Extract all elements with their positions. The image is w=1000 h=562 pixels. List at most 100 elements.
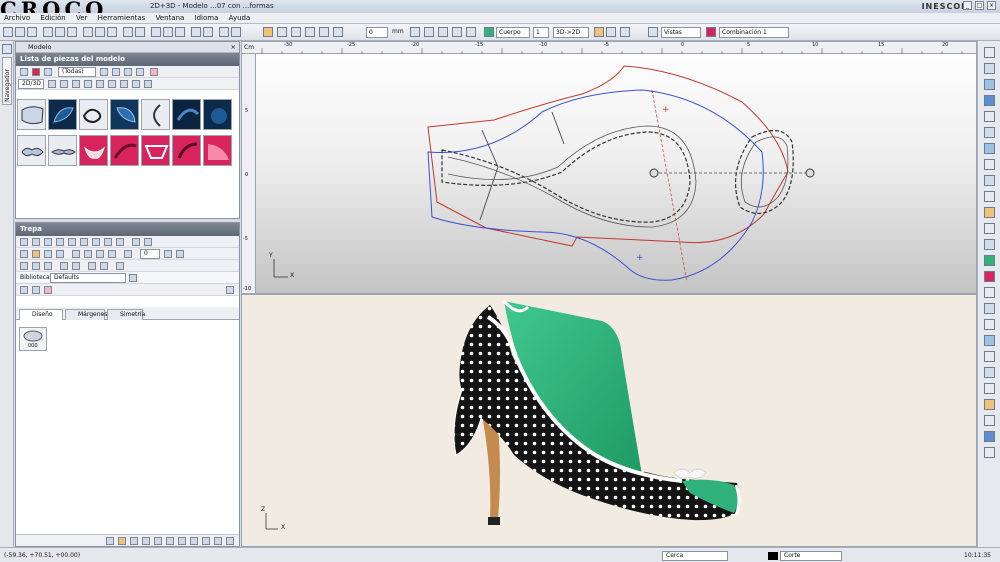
piece-thumbnail[interactable] [17, 99, 46, 130]
footer-icon-4[interactable] [142, 537, 150, 545]
first-icon[interactable] [100, 68, 108, 76]
library-item[interactable]: 000 [19, 327, 47, 351]
pattern-2d-view[interactable]: Cm -30 -25 -20 -15 -10 -5 0 5 10 15 20 5 [241, 41, 977, 294]
group-icon[interactable] [60, 262, 68, 270]
piece-thumbnail[interactable] [110, 99, 139, 130]
save-icon[interactable] [3, 27, 13, 37]
piece-props-icon[interactable] [144, 80, 152, 88]
redo-icon[interactable] [203, 27, 213, 37]
right-tool-icon[interactable] [984, 95, 995, 106]
snap-select[interactable]: Cerca [662, 551, 728, 561]
piece-thumbnail[interactable] [141, 135, 170, 166]
right-tool-icon[interactable] [984, 159, 995, 170]
copy-icon[interactable] [163, 27, 173, 37]
footer-icon-2[interactable] [118, 537, 126, 545]
right-tool-icon[interactable] [984, 79, 995, 90]
mirror-icon[interactable] [175, 27, 185, 37]
right-tool-icon[interactable] [984, 255, 995, 266]
pattern-icon[interactable] [20, 262, 28, 270]
measure-icon[interactable] [123, 27, 133, 37]
ortho-icon[interactable] [452, 27, 462, 37]
corner-icon[interactable] [164, 250, 172, 258]
library-select[interactable]: Defaults [50, 273, 126, 283]
right-tool-icon[interactable] [984, 127, 995, 138]
combination-select[interactable]: Combinación 1 [719, 27, 789, 38]
node-tool-icon[interactable] [277, 27, 287, 37]
image-icon[interactable] [116, 238, 124, 246]
menu-herramientas[interactable]: Herramientas [94, 13, 150, 22]
library-open-icon[interactable] [129, 274, 137, 282]
footer-icon-5[interactable] [154, 537, 162, 545]
piece-thumbnail[interactable] [203, 99, 232, 130]
navigator-tab[interactable]: Navegador [2, 57, 12, 105]
right-tool-icon[interactable] [984, 303, 995, 314]
right-tool-icon[interactable] [984, 335, 995, 346]
piece-color-icon[interactable] [132, 80, 140, 88]
trim-tool-icon[interactable] [319, 27, 329, 37]
right-tool-icon[interactable] [984, 111, 995, 122]
next-icon[interactable] [124, 68, 132, 76]
body-color-icon[interactable] [484, 27, 494, 37]
piece-add-icon[interactable] [60, 80, 68, 88]
navigator-pin-icon[interactable] [2, 44, 12, 54]
copy-icon[interactable] [96, 250, 104, 258]
tab-margenes[interactable]: Márgenes [65, 309, 107, 320]
pan-icon[interactable] [55, 27, 65, 37]
body-count-field[interactable]: 1 [533, 27, 549, 38]
layer-color-swatch[interactable] [768, 552, 778, 560]
combination-icon[interactable] [706, 27, 716, 37]
draw-arc-icon[interactable] [32, 238, 40, 246]
piece-thumbnail[interactable] [203, 135, 232, 166]
view-2d-icon[interactable] [594, 27, 604, 37]
right-tool-icon[interactable] [984, 143, 995, 154]
scissors-icon[interactable] [48, 80, 56, 88]
right-tool-icon[interactable] [984, 431, 995, 442]
minimize-button[interactable]: _ [963, 1, 972, 10]
menu-ayuda[interactable]: Ayuda [225, 13, 255, 22]
library-delete-icon[interactable] [44, 286, 52, 294]
model-tab-label[interactable]: Modelo [28, 43, 52, 51]
open-icon[interactable] [15, 27, 25, 37]
draw-spline-icon[interactable] [44, 238, 52, 246]
menu-edicion[interactable]: Edición [36, 13, 69, 22]
fill-icon[interactable] [44, 250, 52, 258]
select-tool-icon[interactable] [263, 27, 273, 37]
footer-icon-1[interactable] [106, 537, 114, 545]
print-icon[interactable] [27, 27, 37, 37]
scale-tool-icon[interactable] [291, 27, 301, 37]
tab-diseno[interactable]: Diseño [19, 309, 63, 320]
text-icon[interactable] [104, 238, 112, 246]
join-tool-icon[interactable] [333, 27, 343, 37]
right-tool-icon[interactable] [984, 383, 995, 394]
right-tool-icon[interactable] [984, 287, 995, 298]
tab-simetria[interactable]: Simetría [107, 309, 145, 320]
stitch-icon[interactable] [56, 250, 64, 258]
cut-icon[interactable] [84, 250, 92, 258]
footer-icon-7[interactable] [178, 537, 186, 545]
footer-icon-3[interactable] [130, 537, 138, 545]
layer-select[interactable]: Corte [780, 551, 842, 561]
draw-star-icon[interactable] [92, 238, 100, 246]
piece-thumbnail[interactable] [141, 99, 170, 130]
view-mode-select[interactable]: 3D->2D [553, 27, 589, 38]
piece-thumbnail[interactable] [172, 135, 201, 166]
prev-icon[interactable] [112, 68, 120, 76]
snap-icon[interactable] [438, 27, 448, 37]
align-icon[interactable] [410, 27, 420, 37]
shoe-view-icon[interactable] [620, 27, 630, 37]
move-icon[interactable] [20, 250, 28, 258]
piece-thumbnail[interactable] [48, 99, 77, 130]
footer-icon-10[interactable] [214, 537, 222, 545]
view-3d-icon[interactable] [606, 27, 616, 37]
close-button[interactable]: × [987, 1, 996, 10]
menu-ver[interactable]: Ver [72, 13, 91, 22]
piece-visible-icon[interactable] [120, 80, 128, 88]
piece-thumbnail[interactable] [79, 99, 108, 130]
right-tool-icon[interactable] [984, 319, 995, 330]
panel-close-icon[interactable]: × [231, 42, 236, 52]
unlock-icon[interactable] [100, 262, 108, 270]
piece-thumbnail[interactable] [110, 135, 139, 166]
right-tool-icon[interactable] [984, 351, 995, 362]
text-tool-icon[interactable] [83, 27, 93, 37]
right-tool-icon[interactable] [984, 239, 995, 250]
